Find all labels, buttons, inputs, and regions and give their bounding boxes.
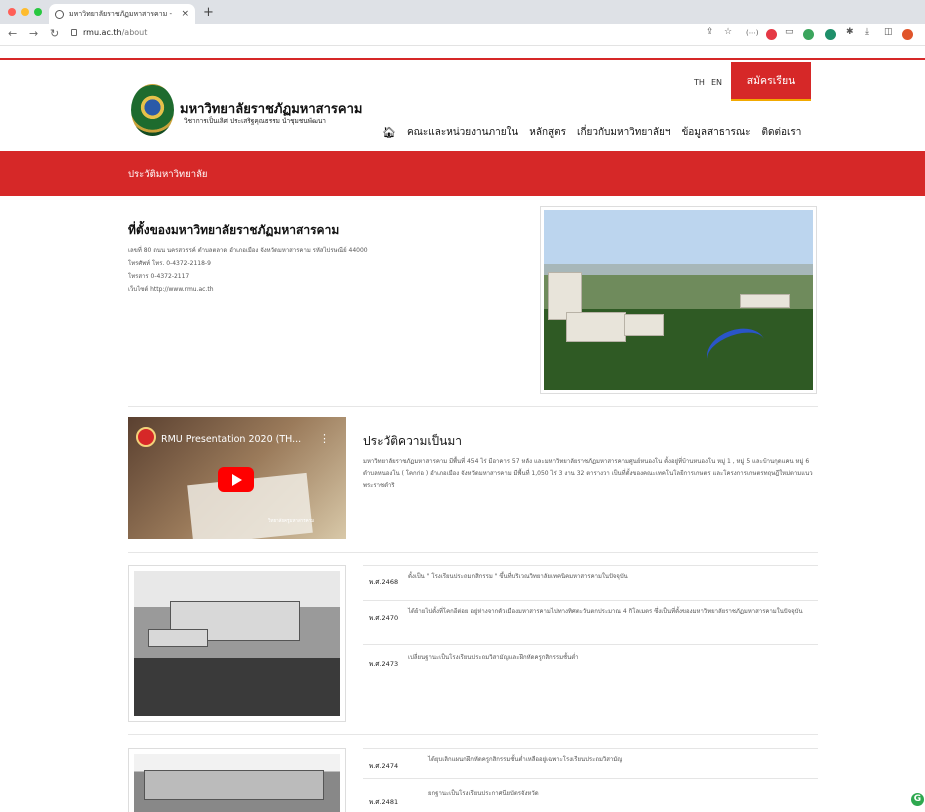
location-details: เลขที่ 80 ถนน นครสวรรค์ ตำบลตลาด อำเภอเม… (128, 244, 368, 296)
history-heading: ประวัติความเป็นมา (363, 434, 463, 448)
timeline-row: พ.ศ.2481 ยกฐานะเป็นโรงเรียนประกาศนียบัตร… (363, 778, 818, 808)
bookmark-star-icon[interactable]: ☆ (724, 27, 732, 37)
browser-tab[interactable]: มหาวิทยาลัยราชภัฏมหาสารคาม - × (49, 4, 195, 24)
lang-en-link[interactable]: EN (711, 78, 722, 87)
timeline-text: เปลี่ยนฐานะเป็นโรงเรียนประถมวิสามัญและฝึ… (408, 654, 579, 661)
page-title: ประวัติมหาวิทยาลัย (128, 169, 208, 180)
header-top-line (0, 58, 925, 60)
nav-faculties[interactable]: คณะและหน่วยงานภายใน (407, 125, 518, 140)
timeline-text: ตั้งเป็น " โรงเรียนประถมกสิกรรม " ขึ้นที… (408, 573, 628, 580)
extension-chat-icon[interactable]: ▭ (785, 27, 794, 37)
video-caption: วิทยาลัยครูมหาสารคาม (268, 519, 315, 524)
timeline-year: พ.ศ.2473 (369, 660, 399, 668)
phone-text: โทรศัพท์ โทร. 0-4372-2118-9 (128, 260, 211, 267)
extension-icon[interactable]: (⋯) (746, 29, 758, 37)
new-tab-button[interactable]: + (203, 5, 214, 20)
timeline-row: พ.ศ.2473 เปลี่ยนฐานะเป็นโรงเรียนประถมวิส… (363, 644, 818, 674)
university-logo[interactable] (131, 84, 174, 136)
video-player[interactable]: RMU Presentation 2020 (TH... ⋮ วิทยาลัยค… (128, 417, 346, 539)
nav-programs[interactable]: หลักสูตร (529, 125, 566, 140)
timeline-row: พ.ศ.2474 ได้ยุบเลิกแผนกฝึกหัดครูกสิกรรมช… (363, 748, 818, 778)
channel-logo (136, 427, 156, 447)
browser-toolbar: ← → ↻ rmu.ac.th/about ⇪ ☆ (⋯) ▭ ✱ ⤓ ◫ (0, 24, 925, 46)
timeline-text: ยกฐานะเป็นโรงเรียนประกาศนียบัตรจังหวัด (428, 790, 539, 797)
browser-tab-bar: มหาวิทยาลัยราชภัฏมหาสารคาม - × + (0, 0, 925, 24)
website-text: เว็บไซต์ http://www.rmu.ac.th (128, 286, 214, 293)
nav-about[interactable]: เกี่ยวกับมหาวิทยาลัยฯ (577, 125, 670, 140)
share-icon[interactable]: ⇪ (706, 27, 714, 37)
timeline-text: ได้ยุบเลิกแผนกฝึกหัดครูกสิกรรมชั้นต่ำเหล… (428, 756, 623, 763)
site-tagline: วิชาการเป็นเลิศ ประเสริฐคุณธรรม นำชุมชนพ… (184, 117, 326, 125)
extension-green-icon[interactable] (803, 29, 814, 40)
timeline-row: พ.ศ.2468 ตั้งเป็น " โรงเรียนประถมกสิกรรม… (363, 565, 818, 600)
more-options-icon[interactable]: ⋮ (319, 432, 330, 445)
apply-underline (731, 99, 811, 101)
extension-red-icon[interactable] (766, 29, 777, 40)
historic-photo-2 (128, 748, 346, 812)
timeline-year: พ.ศ.2468 (369, 578, 399, 586)
historic-photo-1 (128, 565, 346, 722)
profile-avatar-icon[interactable] (902, 29, 913, 40)
timeline-year: พ.ศ.2470 (369, 614, 399, 622)
floating-extension-icon[interactable]: G (911, 793, 924, 806)
maximize-window-button[interactable] (34, 8, 42, 16)
history-body: มหาวิทยาลัยราชภัฏมหาสารคาม มีพื้นที่ 454… (363, 458, 813, 489)
page-banner: ประวัติมหาวิทยาลัย (0, 151, 925, 196)
timeline-year: พ.ศ.2474 (369, 762, 399, 770)
forward-arrow-icon[interactable]: → (29, 27, 38, 40)
back-arrow-icon[interactable]: ← (8, 27, 17, 40)
nav-contact[interactable]: ติดต่อเรา (762, 125, 802, 140)
address-bar[interactable]: rmu.ac.th/about (71, 28, 147, 37)
close-tab-icon[interactable]: × (181, 9, 189, 19)
download-icon[interactable]: ⤓ (865, 27, 869, 37)
section-divider (128, 552, 818, 553)
url-host: rmu.ac.th (83, 28, 122, 37)
close-window-button[interactable] (8, 8, 16, 16)
timeline-text: ได้ย้ายไปตั้งที่โคกอีต่อย อยู่ห่างจากตัว… (408, 608, 803, 615)
nav-public-info[interactable]: ข้อมูลสาธารณะ (681, 125, 750, 140)
home-icon[interactable]: 🏠︎ (382, 126, 396, 139)
globe-icon (55, 9, 64, 19)
apply-button[interactable]: สมัครเรียน (731, 62, 811, 99)
extension-teal-icon[interactable] (825, 29, 836, 40)
lock-icon (71, 29, 77, 36)
reload-icon[interactable]: ↻ (50, 27, 59, 40)
extensions-puzzle-icon[interactable]: ✱ (846, 27, 854, 37)
window-controls (8, 8, 42, 16)
section-divider (128, 734, 818, 735)
location-heading: ที่ตั้งของมหาวิทยาลัยราชภัฏมหาสารคาม (128, 223, 340, 237)
video-title[interactable]: RMU Presentation 2020 (TH... (161, 434, 301, 445)
sidebar-icon[interactable]: ◫ (884, 27, 893, 37)
campus-aerial-photo (540, 206, 817, 394)
main-nav: 🏠︎ คณะและหน่วยงานภายใน หลักสูตร เกี่ยวกั… (382, 125, 801, 140)
fax-text: โทรสาร 0-4372-2117 (128, 273, 190, 280)
lang-th-link[interactable]: TH (694, 78, 705, 87)
timeline-row: พ.ศ.2470 ได้ย้ายไปตั้งที่โคกอีต่อย อยู่ห… (363, 600, 818, 644)
minimize-window-button[interactable] (21, 8, 29, 16)
tab-title: มหาวิทยาลัยราชภัฏมหาสารคาม - (69, 9, 172, 18)
section-divider (128, 406, 818, 407)
url-path: /about (121, 28, 148, 37)
address-text: เลขที่ 80 ถนน นครสวรรค์ ตำบลตลาด อำเภอเม… (128, 247, 368, 254)
play-button[interactable] (218, 467, 254, 492)
timeline-year: พ.ศ.2481 (369, 798, 399, 806)
